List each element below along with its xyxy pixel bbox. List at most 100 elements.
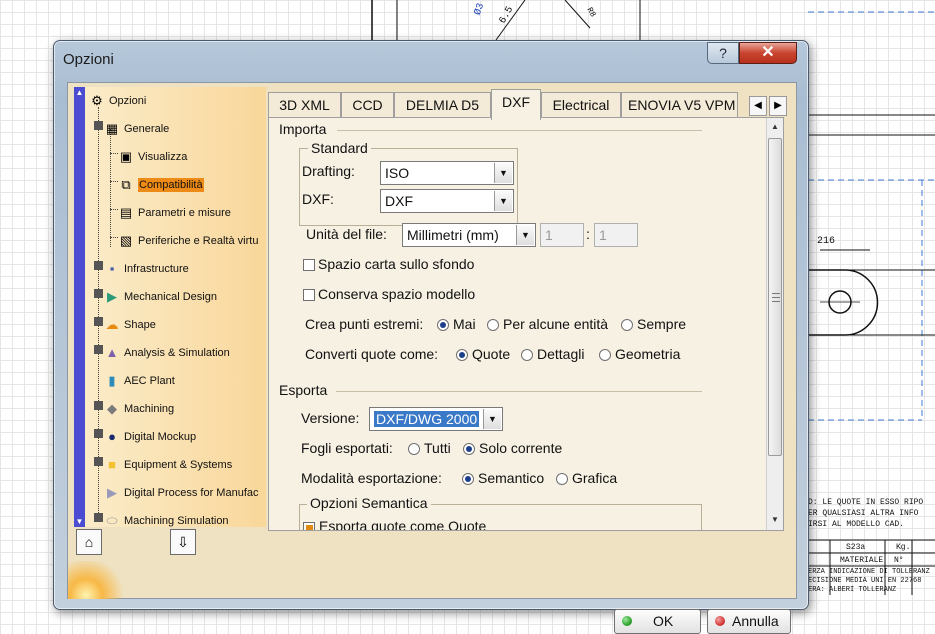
punti-alcune-radio[interactable] <box>487 319 499 331</box>
quote-quote-radio[interactable] <box>456 349 468 361</box>
cancel-led-icon <box>715 616 725 626</box>
options-dialog: Opzioni ? ✕ ▲ ▼ ⚙ Opzioni ▦ Generale ▣ V… <box>53 40 809 634</box>
import-settings-icon[interactable]: ⇩ <box>170 529 196 555</box>
general-icon: ▦ <box>105 121 119 136</box>
standard-title: Standard <box>308 140 371 156</box>
tree-item-equipment[interactable]: ■ Equipment & Systems <box>103 455 232 475</box>
modalita-grafica-radio[interactable] <box>556 473 568 485</box>
spazio-carta-checkbox[interactable] <box>303 259 315 271</box>
cad-note-line: ER QUALSIASI ALTRA INFO <box>808 509 919 518</box>
quote-quote-label: Quote <box>472 346 511 362</box>
tab-dxf[interactable]: DXF <box>491 89 541 120</box>
help-button[interactable]: ? <box>707 42 739 64</box>
tree-item-periferiche[interactable]: ▧ Periferiche e Realtà virtu <box>117 231 259 251</box>
versione-label: Versione: <box>301 410 360 426</box>
drafting-select[interactable]: ISO ▼ <box>380 161 514 185</box>
cancel-button[interactable]: Annulla <box>707 609 791 634</box>
cad-note-line: D: LE QUOTE IN ESSO RIPO <box>808 498 924 507</box>
punti-sempre-radio[interactable] <box>621 319 633 331</box>
tab-enovia[interactable]: ENOVIA V5 VPM <box>621 92 738 119</box>
tree-item-label: Visualizza <box>138 151 188 163</box>
modalita-label: Modalità esportazione: <box>301 470 442 486</box>
tree-item-analysis[interactable]: ▲ Analysis & Simulation <box>103 343 230 363</box>
expander-analysis[interactable] <box>94 345 103 354</box>
scroll-up-icon[interactable]: ▲ <box>767 119 783 135</box>
expander-digital-mockup[interactable] <box>94 429 103 438</box>
tree-item-label: Mechanical Design <box>124 291 217 303</box>
units-scale-value-2: 1 <box>599 227 607 243</box>
units-value: Millimetri (mm) <box>407 227 499 243</box>
tree-item-machining[interactable]: ◆ Machining <box>103 399 174 419</box>
expander-machining-sim[interactable] <box>94 513 103 522</box>
tab-scroll-right-icon[interactable]: ▶ <box>769 96 787 116</box>
scroll-down-icon[interactable]: ▼ <box>75 517 84 526</box>
scroll-up-icon[interactable]: ▲ <box>75 88 84 97</box>
scroll-down-icon[interactable]: ▼ <box>767 512 783 528</box>
digital-mockup-icon: ● <box>108 429 116 444</box>
units-scale-input-1[interactable]: 1 <box>540 223 584 247</box>
tab-electrical[interactable]: Electrical <box>541 92 621 119</box>
tab-ccd[interactable]: CCD <box>341 92 394 119</box>
expander-shape[interactable] <box>94 317 103 326</box>
punti-alcune-label: Per alcune entità <box>503 316 609 332</box>
punti-mai-radio[interactable] <box>437 319 449 331</box>
fogli-corrente-radio[interactable] <box>463 443 475 455</box>
chevron-down-icon: ▼ <box>483 409 501 429</box>
tree-item-opzioni[interactable]: ⚙ Opzioni <box>88 91 146 111</box>
tab-delmia[interactable]: DELMIA D5 <box>394 92 491 119</box>
versione-select[interactable]: DXF/DWG 2000 ▼ <box>369 407 503 431</box>
dxf-standard-select[interactable]: DXF ▼ <box>380 189 514 213</box>
tree-item-compatibilita[interactable]: ⧉ Compatibilità <box>117 175 204 195</box>
expander-machining[interactable] <box>94 401 103 410</box>
scroll-thumb[interactable] <box>768 138 782 456</box>
quote-geometria-radio[interactable] <box>599 349 611 361</box>
quote-dettagli-label: Dettagli <box>537 346 585 362</box>
compatibility-icon: ⧉ <box>121 177 131 192</box>
tree-item-machining-sim[interactable]: ⬭ Machining Simulation <box>103 511 229 527</box>
tree-item-parametri[interactable]: ▤ Parametri e misure <box>117 203 231 223</box>
tree-item-label: Digital Mockup <box>124 431 197 443</box>
tree-item-label: Machining Simulation <box>124 515 229 527</box>
tree-item-digital-mockup[interactable]: ● Digital Mockup <box>103 427 196 447</box>
tree-item-digital-process[interactable]: ▶ Digital Process for Manufac <box>103 483 259 503</box>
ok-button[interactable]: OK <box>614 609 701 634</box>
fogli-corrente-label: Solo corrente <box>479 440 563 456</box>
units-scale-input-2[interactable]: 1 <box>594 223 638 247</box>
ok-button-label: OK <box>653 613 674 629</box>
tree-item-mechanical[interactable]: ▶ Mechanical Design <box>103 287 217 307</box>
catia-orb-icon <box>68 561 128 599</box>
grip-icon <box>772 293 780 302</box>
esporta-quote-checkbox[interactable] <box>303 522 315 530</box>
reset-settings-icon[interactable]: ⌂ <box>76 529 102 555</box>
fogli-tutti-radio[interactable] <box>408 443 420 455</box>
tree-item-visualizza[interactable]: ▣ Visualizza <box>117 147 187 167</box>
units-select[interactable]: Millimetri (mm) ▼ <box>402 223 536 247</box>
tree-item-aec-plant[interactable]: ▮ AEC Plant <box>103 371 175 391</box>
panel-scrollbar[interactable]: ▲ ▼ <box>766 118 783 530</box>
quote-dettagli-radio[interactable] <box>521 349 533 361</box>
tree-connector <box>110 129 111 247</box>
close-button[interactable]: ✕ <box>739 42 797 64</box>
modalita-semantico-radio[interactable] <box>462 473 474 485</box>
esporta-title: Esporta <box>279 382 328 398</box>
expander-mechanical[interactable] <box>94 289 103 298</box>
tab-bar: 3D XML CCD DELMIA D5 DXF Electrical ENOV… <box>268 89 798 120</box>
modalita-semantico-label: Semantico <box>478 470 545 486</box>
tree-item-generale[interactable]: ▦ Generale <box>103 119 169 139</box>
chevron-down-icon: ▼ <box>516 225 534 245</box>
expander-equipment[interactable] <box>94 457 103 466</box>
display-icon: ▣ <box>119 149 133 164</box>
expander-infrastructure[interactable] <box>94 261 103 270</box>
conserva-spazio-checkbox[interactable] <box>303 289 315 301</box>
tree-item-infrastructure[interactable]: ▪ Infrastructure <box>103 259 189 279</box>
cad-notes: D: LE QUOTE IN ESSO RIPO ER QUALSIASI AL… <box>808 497 935 530</box>
fogli-label: Fogli esportati: <box>301 440 393 456</box>
cad-table-cell: MATERIALE <box>840 556 884 565</box>
tree-scrollbar[interactable]: ▲ ▼ <box>74 87 85 527</box>
tab-scroll-left-icon[interactable]: ◀ <box>749 96 767 116</box>
tab-3dxml[interactable]: 3D XML <box>268 92 341 119</box>
tree-item-label: AEC Plant <box>124 375 175 387</box>
options-root-icon: ⚙ <box>91 93 103 108</box>
expander-generale[interactable] <box>94 121 103 130</box>
tree-item-shape[interactable]: ☁ Shape <box>103 315 156 335</box>
